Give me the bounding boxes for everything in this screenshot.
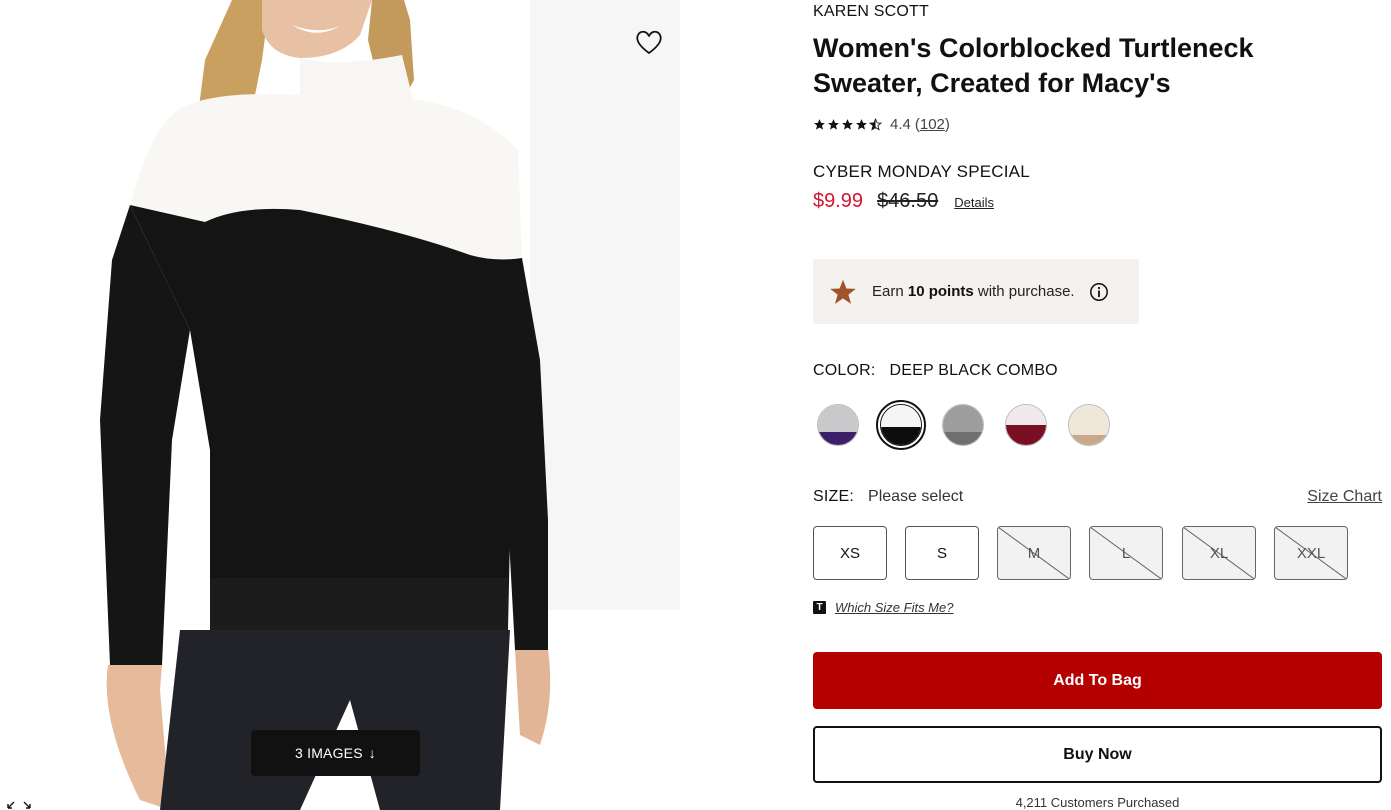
points-suffix: with purchase. [973,283,1075,300]
size-option-xxl[interactable]: XXL [1274,526,1348,580]
which-size-fits-link[interactable]: Which Size Fits Me? [835,600,953,615]
size-option-s[interactable]: S [905,526,979,580]
points-amount: 10 points [907,283,974,300]
size-option-l[interactable]: L [1089,526,1163,580]
size-chart-link[interactable]: Size Chart [1307,488,1382,506]
size-option-label: S [936,544,947,562]
price-details-link[interactable]: Details [954,195,994,210]
view-images-button[interactable]: 3 IMAGES ↓ [251,730,420,776]
rating-summary[interactable]: 4.4 (102) [813,114,950,134]
star-full-icon [842,118,853,130]
size-option-label: M [1027,544,1041,562]
price-row: $9.99 $46.50 Details [813,190,994,213]
size-option-xs[interactable]: XS [813,526,887,580]
star-full-icon [828,118,839,130]
color-swatch-deep-black-combo[interactable] [880,404,922,446]
size-label: SIZE: [813,488,855,505]
size-option-label: XS [839,544,860,562]
size-option-label: L [1121,544,1131,562]
star-full-icon [856,118,867,130]
sale-price: $9.99 [813,190,864,212]
arrow-down-icon: ↓ [368,745,376,761]
brand-name[interactable]: KAREN SCOTT [813,3,929,21]
star-icon [830,279,856,304]
product-details-panel: KAREN SCOTT Women's Colorblocked Turtlen… [813,0,1383,810]
color-label: COLOR: [813,362,876,379]
points-prefix: Earn [872,283,908,300]
color-swatch-gray-purple[interactable] [817,404,859,446]
rating-value: 4.4 [890,115,911,133]
size-option-label: XXL [1296,544,1326,562]
star-rating [813,117,882,131]
rating-count-close: ) [944,115,950,133]
review-count-link[interactable]: 102 [920,116,945,133]
size-option-xl[interactable]: XL [1182,526,1256,580]
product-image-gallery: 3 IMAGES ↓ [0,0,690,810]
product-title: Women's Colorblocked Turtleneck Sweater,… [813,33,1254,98]
heart-outline-icon[interactable] [634,27,664,57]
info-icon[interactable] [1089,282,1109,302]
size-option-label: XL [1209,544,1229,562]
color-selector-header: COLOR: DEEP BLACK COMBO [813,362,1058,380]
product-photo[interactable] [0,0,690,810]
points-text: Earn 10 points with purchase. [872,283,1075,300]
size-fit-helper: T Which Size Fits Me? [813,600,953,615]
customers-purchased-count: 4,211 Customers Purchased [1015,795,1180,810]
true-fit-icon: T [813,601,826,614]
original-price: $46.50 [877,190,939,212]
size-selector-header: SIZE: Please select Size Chart [813,488,1383,506]
view-images-label: 3 IMAGES [295,745,363,761]
rewards-points-banner: Earn 10 points with purchase. [813,259,1139,324]
size-selection-prompt: Please select [868,488,964,505]
color-swatch-burgundy[interactable] [1005,404,1047,446]
star-full-icon [814,118,825,130]
selected-color-name: DEEP BLACK COMBO [889,362,1058,379]
color-swatch-gray[interactable] [942,404,984,446]
size-option-m[interactable]: M [997,526,1071,580]
expand-arrows-icon[interactable] [6,796,32,810]
add-to-bag-button[interactable]: Add To Bag [813,652,1382,709]
color-swatch-cream-tan[interactable] [1068,404,1110,446]
buy-now-button[interactable]: Buy Now [813,726,1382,783]
star-half-icon [869,117,882,131]
promo-label: CYBER MONDAY SPECIAL [813,162,1030,181]
